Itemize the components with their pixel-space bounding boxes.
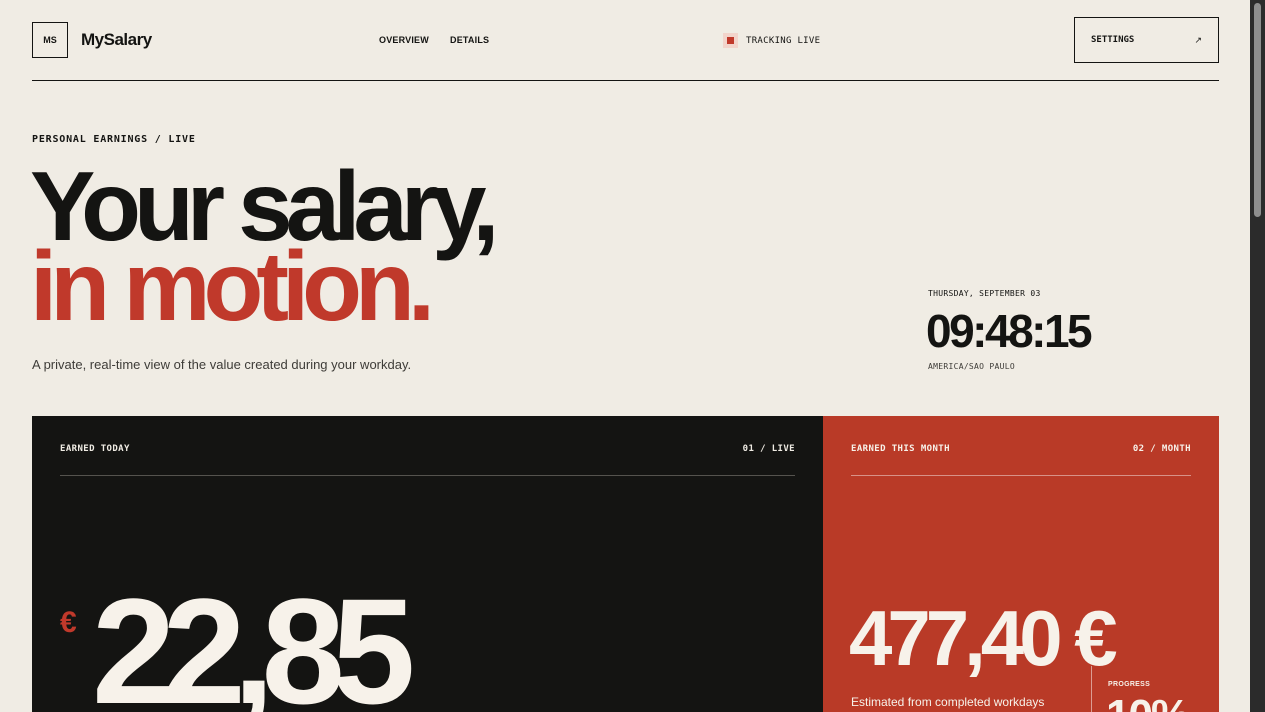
nav-overview[interactable]: OVERVIEW bbox=[379, 35, 429, 45]
month-note: Estimated from completed workdays bbox=[851, 695, 1045, 709]
eyebrow-label: PERSONAL EARNINGS / LIVE bbox=[32, 134, 196, 145]
current-date: THURSDAY, SEPTEMBER 03 bbox=[928, 289, 1041, 298]
vertical-scrollbar[interactable] bbox=[1250, 0, 1265, 712]
scrollbar-thumb[interactable] bbox=[1254, 3, 1261, 217]
panel-divider bbox=[60, 475, 795, 476]
progress-label: PROGRESS bbox=[1108, 681, 1151, 688]
earned-today-amount: 22,85 bbox=[92, 567, 415, 712]
title-line-2: in motion. bbox=[30, 231, 435, 341]
earned-today-panel: EARNED TODAY 01 / LIVE € 22,85 bbox=[32, 416, 823, 712]
tracking-status: TRACKING LIVE bbox=[723, 33, 820, 48]
earned-month-amount: 477,40 € bbox=[849, 594, 1118, 682]
earned-month-panel: EARNED THIS MONTH 02 / MONTH 477,40 € Es… bbox=[823, 416, 1219, 712]
currency-symbol: € bbox=[60, 606, 77, 639]
live-indicator-icon bbox=[723, 33, 738, 48]
page-title: Your salary, in motion. bbox=[30, 157, 500, 341]
panel-title: EARNED THIS MONTH bbox=[851, 444, 950, 454]
settings-button[interactable]: SETTINGS ↗ bbox=[1074, 17, 1219, 63]
logo-mark[interactable]: MS bbox=[32, 22, 68, 58]
panel-tag: 02 / MONTH bbox=[1132, 444, 1191, 454]
page-subtitle: A private, real-time view of the value c… bbox=[32, 357, 412, 372]
panel-tag: 01 / LIVE bbox=[742, 444, 795, 454]
timezone-label: AMERICA/SAO PAULO bbox=[928, 362, 1015, 371]
settings-label: SETTINGS bbox=[1091, 35, 1135, 45]
tracking-label: TRACKING LIVE bbox=[746, 35, 821, 46]
header-divider bbox=[32, 80, 1219, 81]
arrow-up-right-icon: ↗ bbox=[1194, 34, 1202, 45]
panel-divider bbox=[851, 475, 1191, 476]
logo-initials: MS bbox=[43, 35, 57, 45]
panel-title: EARNED TODAY bbox=[60, 444, 130, 454]
nav-details[interactable]: DETAILS bbox=[450, 35, 489, 45]
progress-divider bbox=[1091, 666, 1092, 712]
brand-name[interactable]: MySalary bbox=[81, 30, 152, 50]
live-clock: 09:48:15 bbox=[926, 305, 1093, 357]
progress-value: 10% bbox=[1106, 691, 1190, 712]
